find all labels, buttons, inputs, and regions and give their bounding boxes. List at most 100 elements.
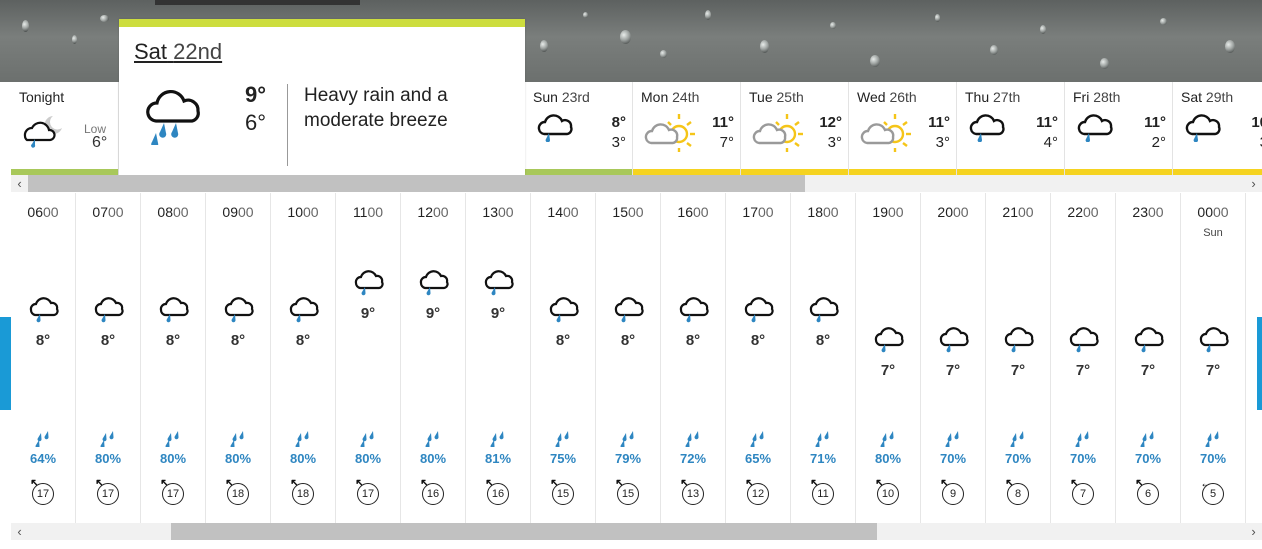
hour-hh: 23 — [1132, 204, 1148, 220]
hour-hh: 19 — [872, 204, 888, 220]
hour-time: 0800 — [141, 204, 205, 220]
precipitation-icon — [815, 431, 833, 452]
day-tab[interactable]: Sun 23rd 8° 3° — [525, 82, 633, 175]
hour-column[interactable]: 0800 8° 80% ↖ 17 — [141, 193, 206, 523]
hour-temp: 9° — [425, 305, 441, 322]
hour-mm: 00 — [823, 204, 839, 220]
hour-column[interactable]: 2300 7° 70% ↖ 6 — [1116, 193, 1181, 523]
hour-column[interactable]: 2000 7° 70% ↖ 9 — [921, 193, 986, 523]
hour-column[interactable]: 2200 7° 70% ↖ 7 — [1051, 193, 1116, 523]
hour-column[interactable]: 0700 8° 80% ↖ 17 — [76, 193, 141, 523]
hour-temp: 7° — [880, 362, 896, 379]
rain-icon — [288, 295, 320, 330]
precipitation-probability: 79% — [614, 451, 642, 466]
day-name: Sat 29th — [1181, 89, 1233, 105]
day-weekday: Sun — [533, 89, 558, 105]
hour-time: 1800 — [791, 204, 855, 220]
heavy-rain-icon — [141, 87, 205, 150]
hourly-forecast: 0600 8° 64% ↖ 17 0700 8° 80% ↖ 17 0800 8° 80% ↖ 17 0900… — [11, 193, 1262, 523]
hour-mm: 00 — [173, 204, 189, 220]
precipitation-probability: 80% — [289, 451, 317, 466]
hour-temp: 8° — [685, 332, 701, 349]
hour-column[interactable]: 2100 7° 70% ↖ 8 — [986, 193, 1051, 523]
wind-speed: 16 — [422, 483, 444, 505]
wind-speed: 15 — [552, 483, 574, 505]
hour-column[interactable]: 1300 9° 81% ↖ 16 — [466, 193, 531, 523]
scroll-right-arrow[interactable]: › — [1245, 523, 1262, 540]
hour-temp: 8° — [295, 332, 311, 349]
hour-column[interactable]: 1700 8° 65% ↖ 12 — [726, 193, 791, 523]
hour-hh: 14 — [547, 204, 563, 220]
hour-column[interactable]: 0600 8° 64% ↖ 17 — [11, 193, 76, 523]
hour-column[interactable]: 1600 8° 72% ↖ 13 — [661, 193, 726, 523]
hour-time: 1500 — [596, 204, 660, 220]
hour-mm: 00 — [563, 204, 579, 220]
rain-icon — [1198, 325, 1230, 360]
day-weekday: Sat — [1181, 89, 1203, 105]
hour-hh: 16 — [677, 204, 693, 220]
selected-day-name: Sat — [134, 39, 168, 64]
rain-icon — [223, 295, 255, 330]
day-tab[interactable]: Tue 25th 12° 3° — [741, 82, 849, 175]
selected-day-card[interactable]: Sat 22nd 9° 6° Heavy rain and a moderate… — [119, 19, 525, 175]
day-tab[interactable]: Mon 24th 11° 7° — [633, 82, 741, 175]
day-low: 3° — [827, 134, 842, 151]
scroll-right-arrow[interactable]: › — [1245, 175, 1262, 192]
hour-time: 2200 — [1051, 204, 1115, 220]
precipitation-icon — [230, 431, 248, 452]
hour-column[interactable]: 1000 8° 80% ↖ 18 — [271, 193, 336, 523]
rain-icon — [418, 268, 450, 303]
day-low: 3° — [935, 134, 950, 151]
hour-hh: 00 — [1197, 204, 1213, 220]
precipitation-probability: 80% — [354, 451, 382, 466]
scroll-left-arrow[interactable]: ‹ — [11, 523, 28, 540]
day-tab[interactable]: Fri 28th 11° 2° — [1065, 82, 1173, 175]
selected-day-low: 6° — [245, 110, 267, 135]
hour-mm: 00 — [367, 204, 384, 220]
day-name: Mon 24th — [641, 89, 699, 105]
precipitation-icon — [1075, 431, 1093, 452]
wind-speed: 6 — [1137, 483, 1159, 505]
day-date: 23rd — [561, 89, 590, 105]
day-name: Tue 25th — [749, 89, 804, 105]
hour-column[interactable]: 1400 8° 75% ↖ 15 — [531, 193, 596, 523]
day-tab[interactable]: Sat 29th10°3° — [1173, 82, 1262, 175]
hour-time: 0700 — [76, 204, 140, 220]
hour-column[interactable]: 1800 8° 71% ↖ 11 — [791, 193, 856, 523]
day-tab[interactable]: Thu 27th 11° 4° — [957, 82, 1065, 175]
hour-column[interactable]: 1900 7° 80% ↖ 10 — [856, 193, 921, 523]
hour-column[interactable]: 0000 Sun 7° 70% ← 5 — [1181, 193, 1246, 523]
precipitation-icon — [750, 431, 768, 452]
hour-column[interactable]: 1100 9° 80% ↖ 17 — [336, 193, 401, 523]
hour-mm: 00 — [1018, 204, 1034, 220]
hour-time: 1100 — [336, 204, 400, 220]
hour-hh: 18 — [807, 204, 823, 220]
hour-mm: 00 — [1148, 204, 1164, 220]
hour-column[interactable]: 0900 8° 80% ↖ 18 — [206, 193, 271, 523]
rain-icon — [678, 295, 710, 330]
hour-time: 2300 — [1116, 204, 1180, 220]
hour-time: 2100 — [986, 204, 1050, 220]
hour-mm: 00 — [498, 204, 514, 220]
divider — [287, 84, 288, 166]
hour-hh: 11 — [352, 204, 368, 220]
day-tab-tonight[interactable]: Tonight Low 6° — [11, 82, 119, 175]
hourly-scroll-thumb[interactable] — [171, 523, 877, 540]
precipitation-probability: 65% — [744, 451, 772, 466]
hourly-scrollbar[interactable]: ‹ › — [11, 523, 1262, 540]
day-high: 11° — [928, 114, 950, 131]
scroll-left-arrow[interactable]: ‹ — [11, 175, 28, 192]
precipitation-icon — [620, 431, 638, 452]
hour-temp: 8° — [100, 332, 116, 349]
day-high: 8° — [611, 114, 626, 131]
day-high: 10° — [1251, 114, 1262, 131]
precipitation-icon — [165, 431, 183, 452]
selected-day-title[interactable]: Sat 22nd — [134, 39, 222, 65]
day-tab[interactable]: Wed 26th 11° 3° — [849, 82, 957, 175]
daily-scroll-thumb[interactable] — [28, 175, 805, 192]
day-date: 28th — [1093, 89, 1121, 105]
daily-scrollbar[interactable]: ‹ › — [11, 175, 1262, 192]
hour-column[interactable]: 1500 8° 79% ↖ 15 — [596, 193, 661, 523]
wind-speed: 18 — [292, 483, 314, 505]
hour-column[interactable]: 1200 9° 80% ↖ 16 — [401, 193, 466, 523]
